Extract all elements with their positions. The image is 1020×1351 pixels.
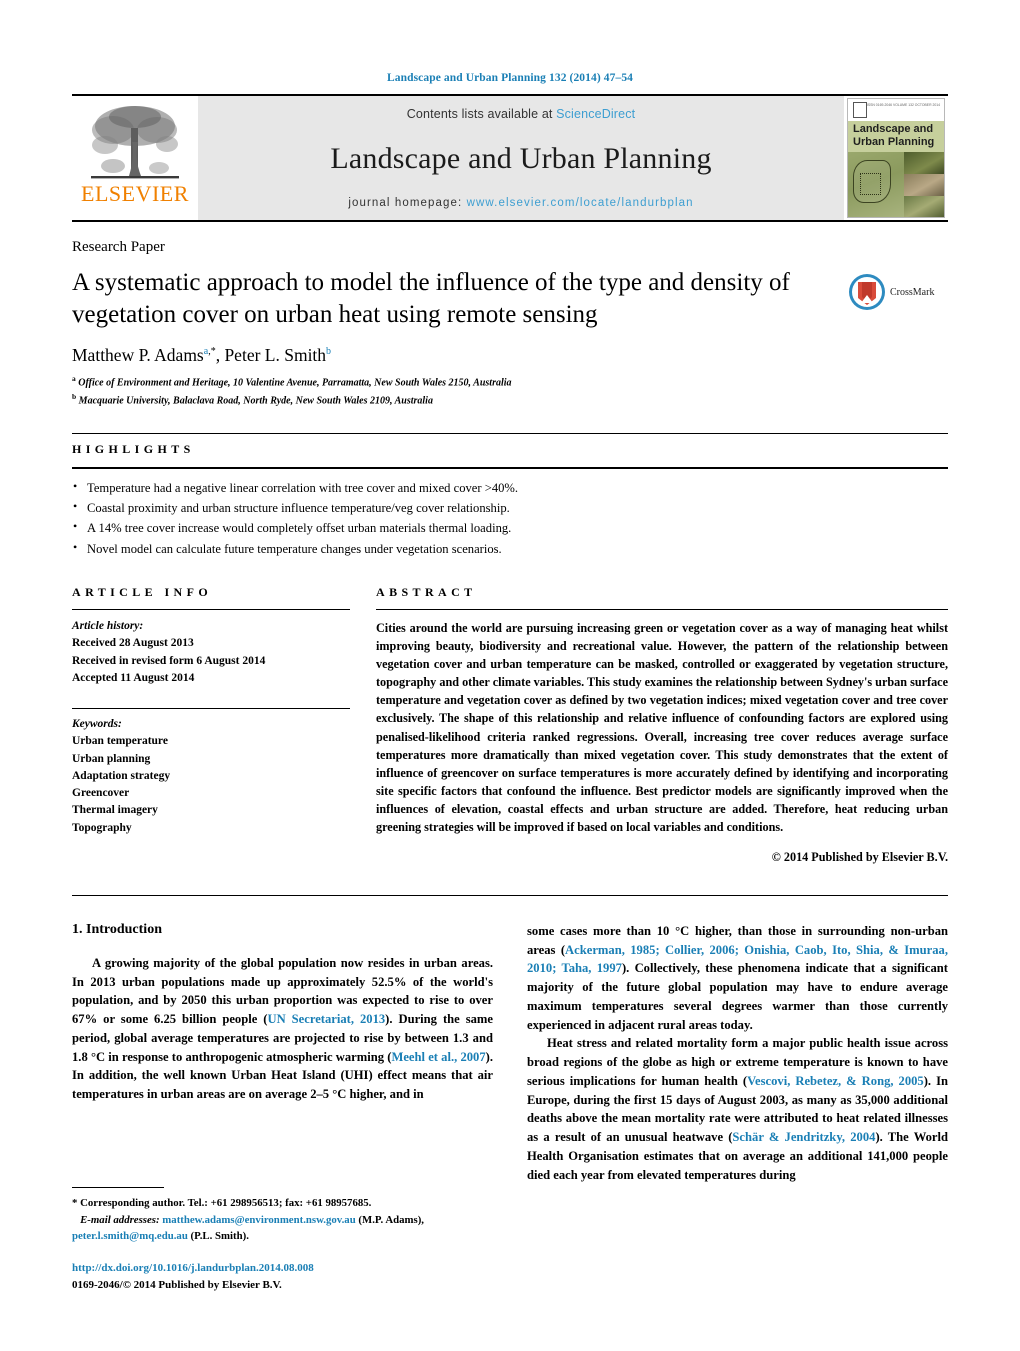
keyword-item: Thermal imagery [72, 804, 158, 817]
keywords-label: Keywords: [72, 718, 122, 731]
article-history-label: Article history: [72, 620, 144, 633]
info-abstract-row: ARTICLE INFO Article history: Received 2… [72, 585, 948, 865]
email-link-smith[interactable]: peter.l.smith@mq.edu.au [72, 1230, 188, 1242]
journal-cover-thumbnail: ISSN 0169-2046 VOLUME 132 OCTOBER 2014 L… [847, 98, 945, 218]
abstract-column: ABSTRACT Cities around the world are pur… [376, 585, 948, 865]
journal-title: Landscape and Urban Planning [330, 142, 712, 175]
article-history-accepted: Accepted 11 August 2014 [72, 671, 195, 684]
highlights-section: HIGHLIGHTS Temperature had a negative li… [72, 432, 948, 560]
elsevier-tree-icon [91, 106, 179, 179]
article-history-received: Received 28 August 2013 [72, 637, 194, 650]
author-2-name: Peter L. Smith [224, 345, 327, 365]
crossmark-icon [849, 274, 885, 310]
affiliation-a-mark: a [72, 374, 76, 383]
footnote-spacer [72, 1244, 497, 1260]
cover-title-line1: Landscape and [853, 123, 934, 135]
highlights-heading-row: HIGHLIGHTS [72, 434, 948, 467]
author-1-name: Matthew P. Adams [72, 345, 204, 365]
abstract-heading: ABSTRACT [376, 585, 477, 600]
article-type-label: Research Paper [72, 239, 165, 255]
cover-photo-1 [903, 151, 944, 174]
cover-photo-2 [903, 173, 944, 196]
author-list: Matthew P. Adamsa,*, Peter L. Smithb [72, 345, 332, 365]
intro-paragraph-part-2: some cases more than 10 °C higher, than … [527, 922, 948, 1035]
highlight-item: Novel model can calculate future tempera… [72, 538, 948, 559]
highlight-item: A 14% tree cover increase would complete… [72, 517, 948, 538]
elsevier-mark-icon [853, 102, 867, 118]
journal-masthead: ELSEVIER Contents lists available at Sci… [72, 94, 948, 222]
author-2-affil-mark: b [326, 346, 332, 358]
cover-title-line2: Urban Planning [853, 135, 935, 148]
affiliation-b-text: Macquarie University, Balaclava Road, No… [78, 395, 433, 407]
cover-photo-column [903, 151, 944, 217]
citation-link-meehl[interactable]: Meehl et al., 2007 [391, 1050, 485, 1064]
affiliation-b-mark: b [72, 391, 77, 401]
crossmark-badge[interactable]: CrossMark [848, 267, 948, 311]
title-row: A systematic approach to model the influ… [72, 267, 948, 331]
intro-paragraph-part-1: A growing majority of the global populat… [72, 954, 493, 1104]
elsevier-wordmark: ELSEVIER [81, 181, 189, 206]
keyword-item: Urban temperature [72, 735, 168, 748]
contents-available-line: Contents lists available at ScienceDirec… [407, 107, 635, 121]
email-owner-smith: (P.L. Smith). [190, 1229, 249, 1242]
running-head: Landscape and Urban Planning 132 (2014) … [386, 72, 634, 84]
abstract-copyright: © 2014 Published by Elsevier B.V. [771, 849, 948, 864]
journal-cover-block: ISSN 0169-2046 VOLUME 132 OCTOBER 2014 L… [844, 96, 948, 220]
affiliation-a: a Office of Environment and Heritage, 10… [72, 373, 948, 391]
homepage-prefix: journal homepage: [348, 197, 463, 209]
masthead-center: Contents lists available at ScienceDirec… [198, 96, 844, 220]
article-info-column: ARTICLE INFO Article history: Received 2… [72, 585, 350, 865]
article-history-block: Article history: Received 28 August 2013… [72, 610, 350, 687]
citation-link-vescovi[interactable]: Vescovi, Rebetez, & Rong, 2005 [747, 1074, 924, 1088]
corresponding-author-note: * Corresponding author. Tel.: +61 298956… [72, 1197, 372, 1210]
affiliation-a-text: Office of Environment and Heritage, 10 V… [78, 377, 512, 389]
email-label: E-mail addresses: [80, 1213, 160, 1226]
cover-meta-text: ISSN 0169-2046 VOLUME 132 OCTOBER 2014 [866, 103, 940, 107]
page-title: A systematic approach to model the influ… [72, 269, 790, 328]
body-right-column: some cases more than 10 °C higher, than … [527, 922, 948, 1185]
keyword-item: Greencover [72, 787, 130, 800]
citation-link-un-secretariat[interactable]: UN Secretariat, 2013 [267, 1012, 385, 1026]
citation-link-schar[interactable]: Schär & Jendritzky, 2004 [732, 1130, 875, 1144]
footnote-area: * Corresponding author. Tel.: +61 298956… [72, 1187, 497, 1293]
cover-photo-3 [903, 195, 944, 217]
abstract-text: Cities around the world are pursuing inc… [376, 621, 948, 834]
article-history-revised: Received in revised form 6 August 2014 [72, 654, 266, 667]
elsevier-logo: ELSEVIER [72, 96, 198, 220]
homepage-url-link[interactable]: www.elsevier.com/locate/landurbplan [467, 197, 694, 209]
keyword-item: Topography [72, 821, 132, 834]
keywords-block: Keywords: Urban temperature Urban planni… [72, 709, 350, 837]
heat-stress-paragraph: Heat stress and related mortality form a… [527, 1034, 948, 1184]
cover-header: ISSN 0169-2046 VOLUME 132 OCTOBER 2014 [848, 99, 944, 121]
cover-map-image [848, 151, 904, 217]
contents-prefix: Contents lists available at [406, 107, 557, 121]
corresponding-author-mark[interactable]: ,* [208, 346, 216, 357]
keyword-item: Urban planning [72, 752, 151, 765]
email-owner-adams: (M.P. Adams), [358, 1213, 425, 1226]
email-addresses-note: E-mail addresses: matthew.adams@environm… [72, 1212, 497, 1244]
sciencedirect-link[interactable]: ScienceDirect [556, 107, 635, 121]
article-info-heading: ARTICLE INFO [72, 585, 213, 600]
crossmark-label: CrossMark [890, 286, 935, 298]
cover-title-band: Landscape and Urban Planning [848, 121, 944, 152]
doi-link[interactable]: http://dx.doi.org/10.1016/j.landurbplan.… [72, 1260, 497, 1277]
body-columns: 1. Introduction A growing majority of th… [72, 922, 948, 1185]
email-link-adams[interactable]: matthew.adams@environment.nsw.gov.au [162, 1214, 355, 1226]
body-left-column: 1. Introduction A growing majority of th… [72, 922, 493, 1185]
highlight-item: Temperature had a negative linear correl… [72, 477, 948, 498]
cover-images [848, 151, 944, 217]
footnote-rule [72, 1187, 164, 1189]
highlights-list: Temperature had a negative linear correl… [72, 469, 948, 560]
paper-page: Landscape and Urban Planning 132 (2014) … [0, 0, 1020, 1351]
highlights-heading: HIGHLIGHTS [72, 441, 195, 456]
affiliation-b: b Macquarie University, Balaclava Road, … [72, 391, 948, 409]
journal-homepage-line: journal homepage: www.elsevier.com/locat… [348, 197, 693, 209]
keyword-item: Adaptation strategy [72, 769, 171, 782]
section-heading-introduction: 1. Introduction [72, 921, 162, 937]
issn-copyright-line: 0169-2046/© 2014 Published by Elsevier B… [72, 1278, 282, 1291]
highlight-item: Coastal proximity and urban structure in… [72, 497, 948, 518]
body-top-rule [72, 894, 948, 896]
